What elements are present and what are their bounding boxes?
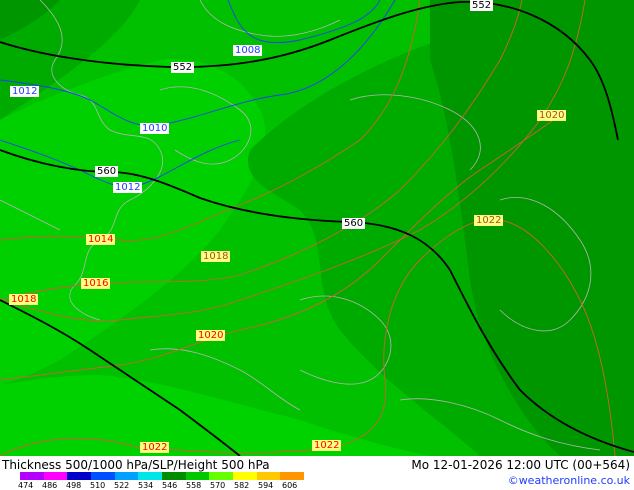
scale-swatch: [114, 472, 139, 480]
slp-label: 1012: [113, 182, 143, 193]
map-title: Thickness 500/1000 hPa/SLP/Height 500 hP…: [2, 458, 270, 472]
scale-swatch: [162, 472, 186, 480]
credit-link[interactable]: ©weatheronline.co.uk: [508, 474, 630, 487]
scale-tick-label: 498: [66, 481, 82, 490]
slp-label: 1022: [474, 215, 504, 226]
scale-swatch: [185, 472, 210, 480]
slp-label: 1010: [140, 123, 170, 134]
scale-tick-label: 474: [18, 481, 34, 490]
scale-tick-label: 510: [90, 481, 106, 490]
scale-tick-label: 582: [234, 481, 250, 490]
height-label: 552: [470, 0, 494, 11]
thickness-scale-ticks: 474 486 498 510 522 534 546 558 570 582 594 606: [18, 481, 318, 490]
slp-label: 1014: [86, 234, 116, 245]
scale-swatch: [20, 472, 44, 480]
scale-swatch: [209, 472, 234, 480]
map-footer: Thickness 500/1000 hPa/SLP/Height 500 hP…: [0, 456, 634, 490]
slp-label: 1016: [81, 278, 111, 289]
valid-time: Mo 12-01-2026 12:00 UTC (00+564): [411, 458, 630, 472]
slp-label: 1012: [10, 86, 40, 97]
scale-tick-label: 558: [186, 481, 202, 490]
slp-label: 1018: [9, 294, 39, 305]
scale-tick-label: 570: [210, 481, 226, 490]
scale-tick-label: 486: [42, 481, 58, 490]
scale-swatch: [138, 472, 163, 480]
slp-label: 1008: [233, 45, 263, 56]
scale-swatch: [43, 472, 68, 480]
height-label: 560: [342, 218, 366, 229]
slp-label: 1022: [312, 440, 342, 451]
slp-label: 1022: [140, 442, 170, 453]
height-label: 560: [95, 166, 119, 177]
slp-label: 1020: [537, 110, 567, 121]
scale-swatch: [280, 472, 305, 480]
scale-tick-label: 594: [258, 481, 274, 490]
scale-swatch: [233, 472, 257, 480]
slp-label: 1018: [201, 251, 231, 262]
thickness-color-scale: [20, 472, 305, 480]
map-canvas: [0, 0, 634, 456]
scale-swatch: [67, 472, 92, 480]
scale-swatch: [91, 472, 115, 480]
scale-tick-label: 606: [282, 481, 298, 490]
slp-label: 1020: [196, 330, 226, 341]
scale-swatch: [256, 472, 281, 480]
scale-tick-label: 546: [162, 481, 178, 490]
height-label: 552: [171, 62, 195, 73]
scale-tick-label: 522: [114, 481, 130, 490]
scale-tick-label: 534: [138, 481, 154, 490]
